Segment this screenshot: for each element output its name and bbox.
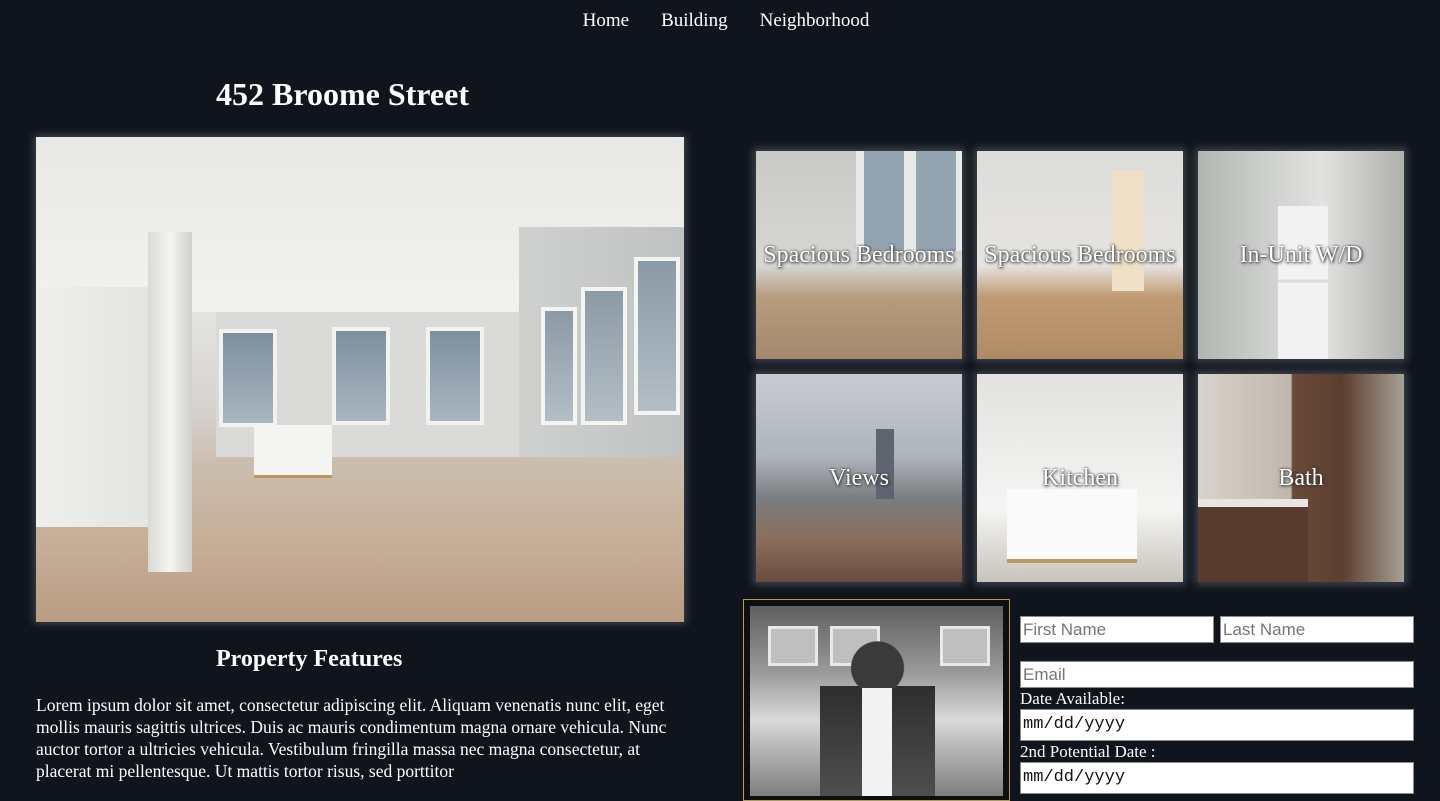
hero-window [426, 327, 484, 425]
agent-shirt [862, 688, 892, 796]
second-date-input[interactable]: mm/dd/yyyy [1020, 762, 1414, 794]
hero-window [541, 307, 577, 425]
tile-views[interactable]: Views [756, 374, 962, 582]
tile-doorway [1112, 171, 1144, 291]
tile-bath[interactable]: Bath [1198, 374, 1404, 582]
tile-label: Kitchen [1042, 464, 1118, 491]
hero-kitchen-island [254, 425, 332, 478]
tile-island [1007, 489, 1137, 563]
email-input[interactable]: Email [1020, 661, 1414, 688]
tile-label: Views [829, 464, 889, 491]
photo-frame-decor [768, 626, 818, 666]
last-name-input[interactable]: Last Name [1220, 616, 1414, 643]
hero-image [36, 137, 684, 622]
property-features-heading: Property Features [216, 646, 403, 672]
hero-window [332, 327, 390, 425]
hero-window [581, 287, 627, 425]
date-available-input[interactable]: mm/dd/yyyy [1020, 709, 1414, 741]
hero-window [219, 329, 277, 427]
date-available-label: Date Available: [1020, 689, 1125, 708]
tile-label: Bath [1278, 464, 1324, 491]
contact-form: First Name Last Name Email Date Availabl… [1020, 616, 1416, 794]
page-title: 452 Broome Street [216, 76, 469, 112]
nav-neighborhood-link[interactable]: Neighborhood [760, 10, 870, 32]
agent-card [743, 599, 1010, 801]
tile-window [856, 151, 962, 251]
first-name-input[interactable]: First Name [1020, 616, 1214, 643]
nav-home-link[interactable]: Home [583, 10, 629, 32]
tile-label: Spacious Bedrooms [984, 241, 1176, 268]
photo-grid: Spacious Bedrooms Spacious Bedrooms In-U… [756, 151, 1404, 582]
tile-spacious-bedrooms-2[interactable]: Spacious Bedrooms [977, 151, 1183, 359]
hero-window [634, 257, 680, 415]
tile-spacious-bedrooms[interactable]: Spacious Bedrooms [756, 151, 962, 359]
tile-kitchen[interactable]: Kitchen [977, 374, 1183, 582]
property-features-text: Lorem ipsum dolor sit amet, consectetur … [36, 695, 667, 781]
tile-washer-dryer [1278, 206, 1328, 359]
agent-photo [750, 606, 1003, 796]
second-date-label: 2nd Potential Date : [1020, 742, 1156, 761]
nav-building-link[interactable]: Building [661, 10, 728, 32]
hero-column [148, 232, 192, 572]
tile-vanity [1198, 499, 1308, 582]
photo-frame-decor [940, 626, 990, 666]
tile-label: In-Unit W/D [1239, 241, 1363, 268]
top-nav: Home Building Neighborhood [0, 10, 1440, 32]
tile-label: Spacious Bedrooms [763, 241, 955, 268]
tile-in-unit-wd[interactable]: In-Unit W/D [1198, 151, 1404, 359]
